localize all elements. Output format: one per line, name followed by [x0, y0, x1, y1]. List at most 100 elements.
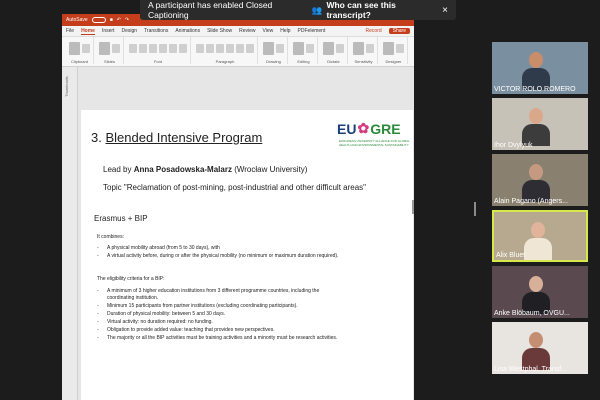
ribbon-group-slides: Slides: [96, 37, 124, 64]
ribbon-group-label: Font: [153, 59, 162, 64]
ribbon-tool-icon[interactable]: [246, 43, 254, 53]
participant-head: [529, 332, 543, 348]
ribbon-tool-icon[interactable]: [323, 41, 334, 55]
tab-insert[interactable]: Insert: [102, 28, 115, 34]
who-can-see-link[interactable]: 👥 Who can see this transcript?: [312, 0, 432, 20]
save-icon[interactable]: ■: [110, 17, 113, 23]
participant-video: [522, 272, 550, 314]
ribbon-icons: [263, 37, 284, 59]
close-icon[interactable]: ×: [442, 5, 448, 16]
participant-tile[interactable]: Lisa Westphal, Transf...: [492, 322, 588, 374]
ribbon-tool-icon[interactable]: [179, 43, 187, 53]
participant-body: [524, 238, 552, 260]
ribbon-tool-icon[interactable]: [139, 43, 147, 53]
criteria-item: Minimum 15 participants from partner ins…: [97, 303, 347, 310]
participant-name: Ihor Dvylyuk: [494, 142, 533, 149]
logo-green: GRE: [370, 120, 401, 137]
tab-home[interactable]: Home: [81, 28, 95, 35]
undo-icon[interactable]: ↶: [117, 17, 121, 23]
participant-video: [522, 48, 550, 90]
slide-scrollbar[interactable]: [412, 200, 414, 214]
tab-design[interactable]: Design: [121, 28, 137, 34]
logo-eu: EU: [337, 120, 357, 137]
tab-view[interactable]: View: [263, 28, 274, 34]
gallery-scrollbar[interactable]: [474, 202, 476, 216]
tab-review[interactable]: Review: [239, 28, 255, 34]
ribbon-tool-icon[interactable]: [69, 41, 80, 55]
ribbon-group-label: Clipboard: [70, 59, 89, 64]
ribbon-tool-icon[interactable]: [226, 43, 234, 53]
autosave-toggle[interactable]: [91, 17, 106, 23]
tab-transitions[interactable]: Transitions: [144, 28, 168, 34]
participant-tile[interactable]: Anke Blöbaum, OVGU...: [492, 266, 588, 318]
ribbon-tool-icon[interactable]: [396, 43, 404, 53]
ribbon-tool-icon[interactable]: [206, 43, 214, 53]
tab-animations[interactable]: Animations: [175, 28, 200, 34]
topic-line: Topic "Reclamation of post-mining, post-…: [103, 183, 366, 192]
erasmus-heading: Erasmus + BIP: [94, 214, 148, 223]
thumbnails-pane[interactable]: Thumbnails: [62, 67, 78, 400]
autosave-label: AutoSave: [66, 17, 88, 23]
ribbon-tool-icon[interactable]: [336, 43, 344, 53]
title-text: Blended Intensive Program: [105, 130, 263, 145]
ribbon-group-paragraph: Paragraph: [193, 37, 258, 64]
ribbon-tool-icon[interactable]: [293, 41, 304, 55]
powerpoint-window: AutoSave ■ ↶ ↷ File Home Insert Design Trans…: [62, 14, 414, 400]
ribbon-group-designer: Designer: [380, 37, 408, 64]
combines-label: It combines:: [97, 234, 124, 240]
tab-help[interactable]: Help: [280, 28, 290, 34]
participant-tile[interactable]: VICTOR ROLO ROMERO: [492, 42, 588, 94]
slide-canvas[interactable]: 3. Blended Intensive Program EU ✿ GRE EURO…: [81, 110, 413, 400]
participant-video: [522, 160, 550, 202]
ribbon-tool-icon[interactable]: [169, 43, 177, 53]
caption-banner: A participant has enabled Closed Caption…: [140, 0, 456, 20]
participant-tile[interactable]: Ihor Dvylyuk: [492, 98, 588, 150]
participant-head: [529, 164, 543, 180]
participant-name: VICTOR ROLO ROMERO: [494, 86, 576, 93]
ribbon-tool-icon[interactable]: [196, 43, 204, 53]
share-button[interactable]: Share: [388, 28, 410, 34]
ribbon-group-label: Slides: [104, 59, 115, 64]
eugreen-logo: EU ✿ GRE: [337, 120, 401, 137]
ribbon-tool-icon[interactable]: [263, 41, 274, 55]
ribbon-tool-icon[interactable]: [99, 41, 110, 55]
ribbon-tool-icon[interactable]: [112, 43, 120, 53]
ribbon-tool-icon[interactable]: [366, 43, 374, 53]
participant-tile[interactable]: Alain Pagano (Angers...: [492, 154, 588, 206]
tab-file[interactable]: File: [66, 28, 74, 34]
record-button[interactable]: Record: [366, 28, 382, 34]
criteria-item: Obligation to provide added value: teach…: [97, 327, 347, 334]
tab-slide-show[interactable]: Slide Show: [207, 28, 232, 34]
title-number: 3.: [91, 130, 102, 145]
criteria-item: Duration of physical mobility: between 5…: [97, 311, 347, 318]
ribbon-tool-icon[interactable]: [149, 43, 157, 53]
combine-item: A virtual activity before, during or aft…: [97, 253, 347, 260]
ribbon-icons: [99, 37, 120, 59]
ribbon-tabs: File Home Insert Design Transitions Animation…: [62, 26, 414, 37]
combine-item: A physical mobility abroad (from 5 to 30…: [97, 245, 347, 252]
ribbon-tool-icon[interactable]: [216, 43, 224, 53]
people-icon: 👥: [311, 4, 323, 15]
ribbon-group-clipboard: Clipboard: [66, 37, 94, 64]
ribbon-tool-icon[interactable]: [159, 43, 167, 53]
lead-name: Anna Posadowska-Malarz: [133, 165, 232, 174]
redo-icon[interactable]: ↷: [125, 17, 129, 23]
ribbon-tool-icon[interactable]: [236, 43, 244, 53]
ribbon-group-drawing: Drawing: [260, 37, 288, 64]
tab-pdfelement[interactable]: PDFelement: [298, 28, 326, 34]
participant-video: [524, 218, 552, 260]
slide-title: 3. Blended Intensive Program: [91, 130, 262, 145]
ribbon-tool-icon[interactable]: [353, 41, 364, 55]
lead-line: Lead by Anna Posadowska-Malarz (Wrocław …: [103, 165, 307, 174]
ribbon-group-label: Dictate: [327, 59, 340, 64]
ribbon-tool-icon[interactable]: [82, 43, 90, 53]
participant-tile[interactable]: Alix Bluet: [492, 210, 588, 262]
criteria-label: The eligibility criteria for a BIP:: [97, 276, 165, 282]
caption-message: A participant has enabled Closed Caption…: [148, 0, 273, 20]
workspace: Thumbnails 3. Blended Intensive Program …: [62, 67, 414, 400]
ribbon-icons: [323, 37, 344, 59]
ribbon-tool-icon[interactable]: [276, 43, 284, 53]
ribbon-tool-icon[interactable]: [383, 41, 394, 55]
ribbon-tool-icon[interactable]: [306, 43, 314, 53]
ribbon-tool-icon[interactable]: [129, 43, 137, 53]
